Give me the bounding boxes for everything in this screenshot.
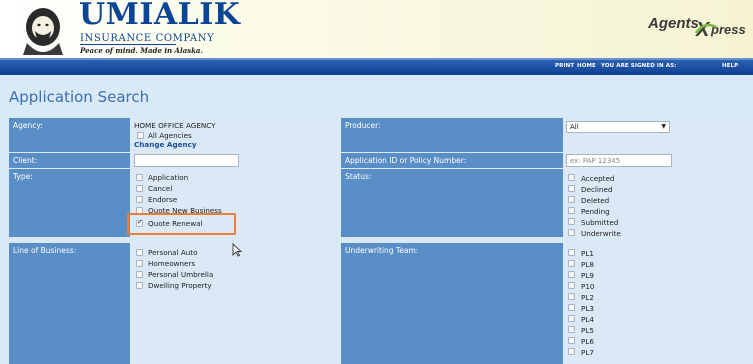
type-label: Type: [13,172,33,181]
uw-pl4-checkbox[interactable] [568,315,575,322]
status-submitted-label: Submitted [581,218,619,227]
all-agencies-checkbox[interactable] [137,132,144,139]
lob-personal-auto-checkbox[interactable] [136,249,143,256]
type-endorse-checkbox[interactable] [136,196,143,203]
nav-home-link[interactable]: HOME [577,63,596,69]
uw-pl1-checkbox[interactable] [568,249,575,256]
status-accepted-label: Accepted [581,174,615,183]
uw-pl8-checkbox[interactable] [568,260,575,267]
mouse-cursor-icon [232,243,242,257]
lob-homeowners-checkbox[interactable] [136,260,143,267]
brand-divider [80,44,176,45]
status-underwrite-label: Underwrite [581,229,621,238]
producer-selected: All [570,123,579,131]
appid-placeholder: ex: PAP 12345 [570,157,621,165]
status-label: Status: [345,172,372,181]
lob-personal-umbrella-checkbox[interactable] [136,271,143,278]
uw-pl2-label: PL2 [581,293,594,302]
agents-text: Agents [648,15,699,32]
change-agency-link[interactable]: Change Agency [134,140,197,149]
status-label-cell: Status: [341,169,563,237]
nav-signed-in-text: YOU ARE SIGNED IN AS: [601,63,677,69]
uw-team-label: Underwriting Team: [345,246,419,255]
lob-dwelling-property-checkbox[interactable] [136,282,143,289]
brand-subtitle: INSURANCE COMPANY [80,33,215,44]
type-label-cell: Type: [9,169,130,237]
type-cancel-checkbox[interactable] [136,185,143,192]
status-declined-checkbox[interactable] [568,185,575,192]
status-deleted-label: Deleted [581,196,610,205]
type-application-label: Application [148,173,189,182]
status-deleted-checkbox[interactable] [568,196,575,203]
client-input[interactable] [134,154,239,167]
appid-label-cell: Application ID or Policy Number: [341,153,563,168]
uw-team-label-cell: Underwriting Team: [341,243,563,364]
uw-pl6-checkbox[interactable] [568,337,575,344]
uw-p10-label: P10 [581,282,595,291]
status-pending-label: Pending [581,207,610,216]
producer-label-cell: Producer: [341,118,563,152]
status-pending-checkbox[interactable] [568,207,575,214]
lob-personal-auto-label: Personal Auto [148,248,198,257]
status-submitted-checkbox[interactable] [568,218,575,225]
lob-homeowners-label: Homeowners [148,259,196,268]
agents-xpress-logo: Agents X press [648,15,746,45]
uw-pl2-checkbox[interactable] [568,293,575,300]
nav-help-link[interactable]: HELP [722,63,738,69]
uw-pl8-label: PL8 [581,260,594,269]
uw-pl6-label: PL6 [581,337,594,346]
status-accepted-checkbox[interactable] [568,174,575,181]
type-cancel-label: Cancel [148,184,173,193]
top-nav-bar: PRINT HOME YOU ARE SIGNED IN AS: HELP [0,58,753,75]
uw-pl7-label: PL7 [581,348,594,357]
status-declined-label: Declined [581,185,613,194]
mascot-logo-icon [23,8,63,55]
client-label-cell: Client: [9,153,130,168]
all-agencies-label: All Agencies [148,131,192,140]
uw-pl9-checkbox[interactable] [568,271,575,278]
swoosh-icon [694,23,717,34]
agency-label: Agency: [13,121,43,130]
uw-p10-checkbox[interactable] [568,282,575,289]
uw-pl5-label: PL5 [581,326,594,335]
application-id-input[interactable]: ex: PAP 12345 [566,154,672,167]
uw-pl9-label: PL9 [581,271,594,280]
type-application-checkbox[interactable] [136,174,143,181]
quote-renewal-highlight [127,213,236,235]
producer-label: Producer: [345,121,381,130]
uw-pl3-checkbox[interactable] [568,304,575,311]
client-label: Client: [13,156,38,165]
producer-select[interactable]: All ▼ [566,121,670,133]
agency-label-cell: Agency: [9,118,130,152]
app-header: UMIALIK INSURANCE COMPANY Peace of mind.… [0,0,753,58]
brand-tagline: Peace of mind. Made in Alaska. [80,46,203,55]
uw-pl3-label: PL3 [581,304,594,313]
page-title: Application Search [9,88,150,106]
uw-pl4-label: PL4 [581,315,594,324]
lob-personal-umbrella-label: Personal Umbrella [148,270,214,279]
lob-label: Line of Business: [13,246,77,255]
uw-pl1-label: PL1 [581,249,594,258]
status-underwrite-checkbox[interactable] [568,229,575,236]
appid-label: Application ID or Policy Number: [345,156,467,165]
uw-pl7-checkbox[interactable] [568,348,575,355]
nav-print-link[interactable]: PRINT [555,63,574,69]
chevron-down-icon: ▼ [661,123,666,130]
uw-pl5-checkbox[interactable] [568,326,575,333]
brand-title: UMIALIK [79,0,241,32]
agency-value: HOME OFFICE AGENCY [134,121,216,130]
lob-dwelling-property-label: Dwelling Property [148,281,212,290]
type-endorse-label: Endorse [148,195,178,204]
lob-label-cell: Line of Business: [9,243,130,364]
